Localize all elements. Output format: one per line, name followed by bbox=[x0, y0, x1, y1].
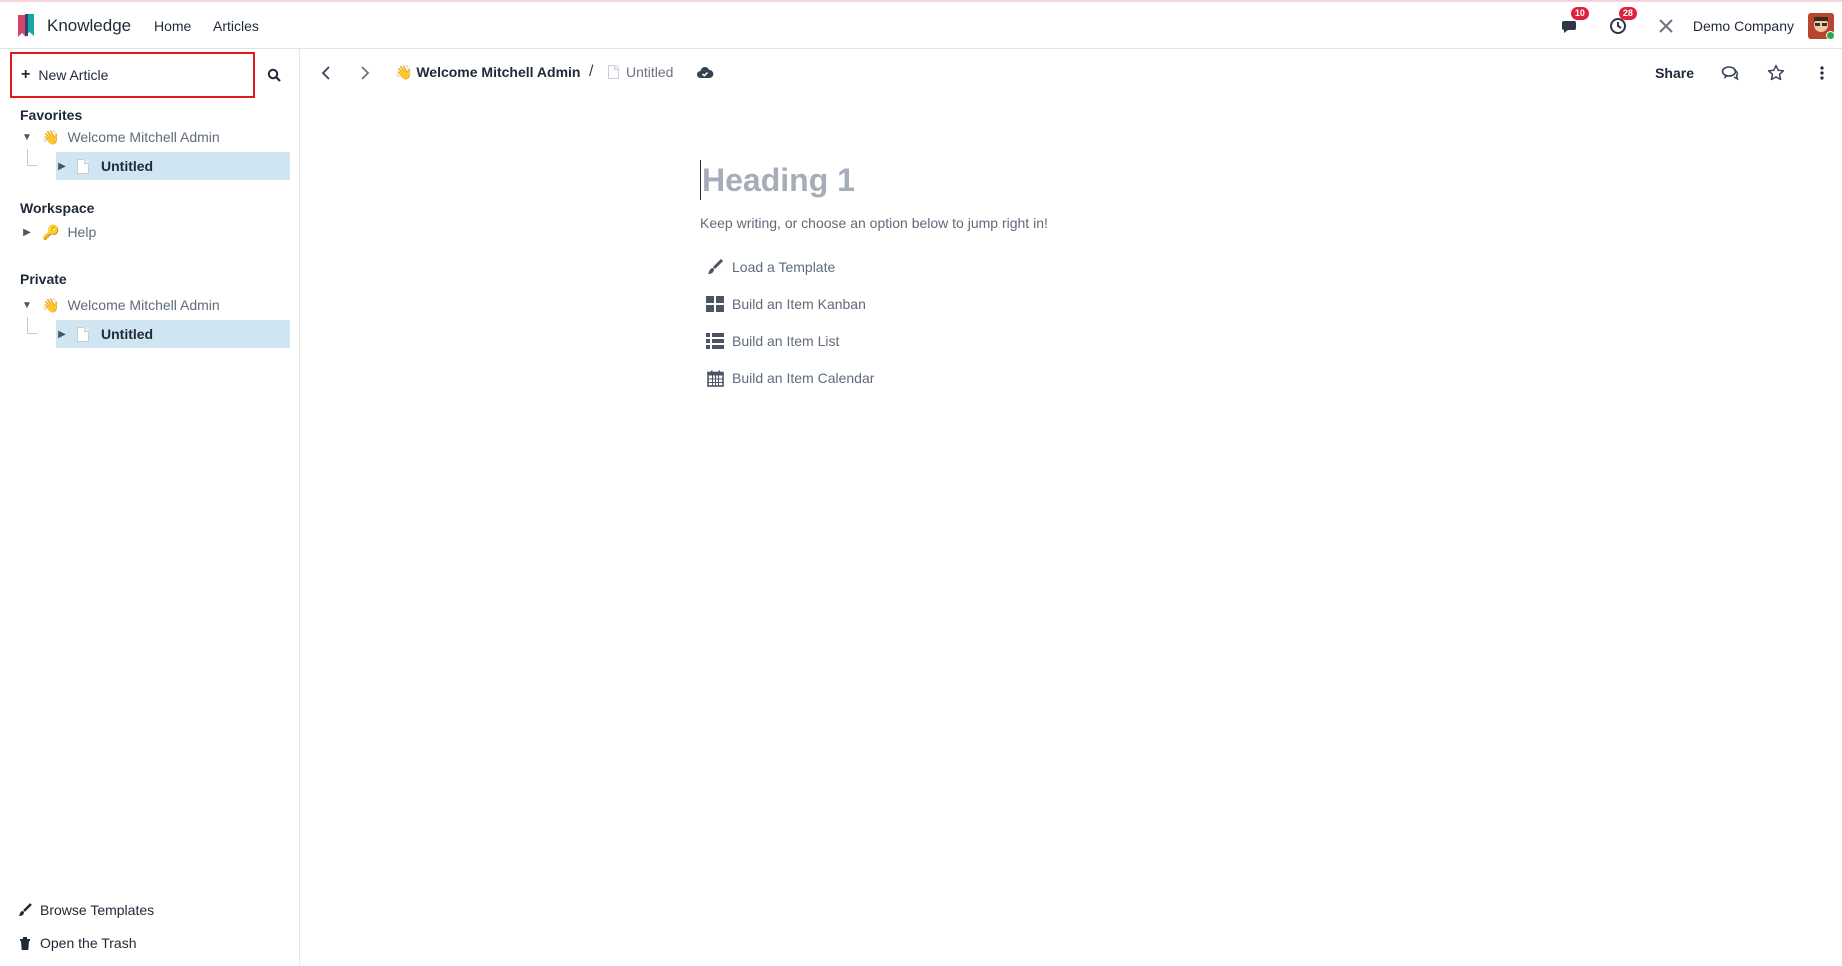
plus-icon: + bbox=[21, 66, 31, 83]
caret-down-icon[interactable]: ▼ bbox=[20, 132, 34, 143]
tree-connector bbox=[27, 317, 37, 334]
comments-icon[interactable] bbox=[1720, 63, 1740, 83]
load-template-label: Load a Template bbox=[732, 259, 836, 275]
document-icon bbox=[77, 158, 89, 174]
build-list-option[interactable]: Build an Item List bbox=[706, 332, 839, 350]
favorites-item-untitled-label: Untitled bbox=[101, 158, 154, 174]
load-template-option[interactable]: Load a Template bbox=[706, 258, 835, 276]
messages-icon[interactable]: 10 bbox=[1559, 6, 1589, 37]
workspace-section-title: Workspace bbox=[20, 200, 95, 216]
favorites-item-untitled[interactable]: ▶ Untitled bbox=[56, 152, 290, 180]
calendar-icon bbox=[706, 369, 724, 387]
brush-icon bbox=[706, 258, 724, 276]
wave-emoji-icon: 👋 bbox=[395, 64, 413, 80]
favorites-item-welcome-label: Welcome Mitchell Admin bbox=[67, 129, 220, 145]
document-icon bbox=[608, 65, 619, 79]
article-header: 👋 Welcome Mitchell Admin / Untitled Shar… bbox=[300, 49, 1842, 97]
favorites-section-title: Favorites bbox=[20, 107, 83, 123]
workspace-item-help-label: Help bbox=[67, 224, 97, 240]
private-item-welcome[interactable]: ▼ 👋 Welcome Mitchell Admin bbox=[20, 291, 290, 319]
forward-arrow-icon[interactable] bbox=[355, 63, 375, 83]
document-icon bbox=[77, 326, 89, 342]
private-section-title: Private bbox=[20, 271, 67, 287]
brush-icon bbox=[18, 903, 32, 917]
knowledge-app-icon[interactable] bbox=[16, 13, 36, 39]
wave-emoji-icon: 👋 bbox=[42, 128, 60, 145]
workspace-item-help[interactable]: ▶ 🔑 Help bbox=[20, 218, 290, 246]
wave-emoji-icon: 👋 bbox=[42, 296, 60, 313]
private-item-untitled[interactable]: ▶ Untitled bbox=[56, 320, 290, 348]
browse-templates-label: Browse Templates bbox=[40, 902, 155, 918]
tree-connector bbox=[27, 149, 37, 166]
online-status-dot bbox=[1826, 30, 1834, 39]
build-kanban-label: Build an Item Kanban bbox=[732, 296, 866, 312]
navbar-systray: 10 28 Demo Company bbox=[1559, 2, 1842, 49]
messages-badge: 10 bbox=[1570, 6, 1589, 20]
activities-clock-icon[interactable]: 28 bbox=[1607, 6, 1637, 37]
nav-articles-link[interactable]: Articles bbox=[213, 18, 259, 34]
cloud-saved-icon bbox=[697, 67, 714, 78]
user-avatar[interactable] bbox=[1808, 12, 1834, 39]
sidebar: + New Article Favorites ▼ 👋 Welcome Mitc… bbox=[0, 49, 300, 966]
build-calendar-option[interactable]: Build an Item Calendar bbox=[706, 369, 874, 387]
breadcrumb-current[interactable]: Untitled bbox=[608, 64, 673, 80]
new-article-label: New Article bbox=[38, 67, 109, 83]
trash-icon bbox=[18, 936, 32, 950]
breadcrumb-separator: / bbox=[589, 63, 594, 80]
list-icon bbox=[706, 332, 724, 350]
breadcrumb-parent-label: Welcome Mitchell Admin bbox=[416, 64, 581, 80]
build-calendar-label: Build an Item Calendar bbox=[732, 370, 875, 386]
browse-templates-link[interactable]: Browse Templates bbox=[18, 902, 154, 918]
nav-home-link[interactable]: Home bbox=[154, 18, 191, 34]
activities-badge: 28 bbox=[1618, 6, 1637, 20]
more-options-icon[interactable] bbox=[1812, 63, 1832, 83]
editor-hint-text: Keep writing, or choose an option below … bbox=[700, 215, 1048, 231]
heading-placeholder[interactable]: Heading 1 bbox=[700, 160, 855, 200]
breadcrumb-parent[interactable]: 👋 Welcome Mitchell Admin bbox=[395, 64, 580, 81]
open-trash-label: Open the Trash bbox=[40, 935, 137, 951]
key-emoji-icon: 🔑 bbox=[42, 223, 60, 240]
search-icon[interactable] bbox=[263, 64, 285, 86]
caret-down-icon[interactable]: ▼ bbox=[20, 300, 34, 311]
caret-right-icon[interactable]: ▶ bbox=[55, 161, 69, 172]
favorites-item-welcome[interactable]: ▼ 👋 Welcome Mitchell Admin bbox=[20, 123, 290, 151]
company-switcher[interactable]: Demo Company bbox=[1693, 18, 1794, 34]
top-navbar: Knowledge Home Articles 10 28 Demo Compa… bbox=[0, 0, 1842, 49]
header-actions: Share bbox=[1655, 49, 1842, 97]
share-button[interactable]: Share bbox=[1655, 65, 1694, 81]
breadcrumb-current-label: Untitled bbox=[626, 64, 674, 80]
open-trash-link[interactable]: Open the Trash bbox=[18, 935, 137, 951]
caret-right-icon[interactable]: ▶ bbox=[55, 329, 69, 340]
kanban-grid-icon bbox=[706, 295, 724, 313]
private-item-welcome-label: Welcome Mitchell Admin bbox=[67, 297, 220, 313]
private-item-untitled-label: Untitled bbox=[101, 326, 154, 342]
debug-tools-icon[interactable] bbox=[1655, 15, 1677, 37]
caret-right-icon[interactable]: ▶ bbox=[20, 227, 34, 238]
app-name[interactable]: Knowledge bbox=[47, 16, 131, 36]
new-article-button[interactable]: + New Article bbox=[10, 52, 255, 98]
star-favorite-icon[interactable] bbox=[1766, 63, 1786, 83]
build-kanban-option[interactable]: Build an Item Kanban bbox=[706, 295, 866, 313]
back-arrow-icon[interactable] bbox=[316, 63, 336, 83]
build-list-label: Build an Item List bbox=[732, 333, 840, 349]
